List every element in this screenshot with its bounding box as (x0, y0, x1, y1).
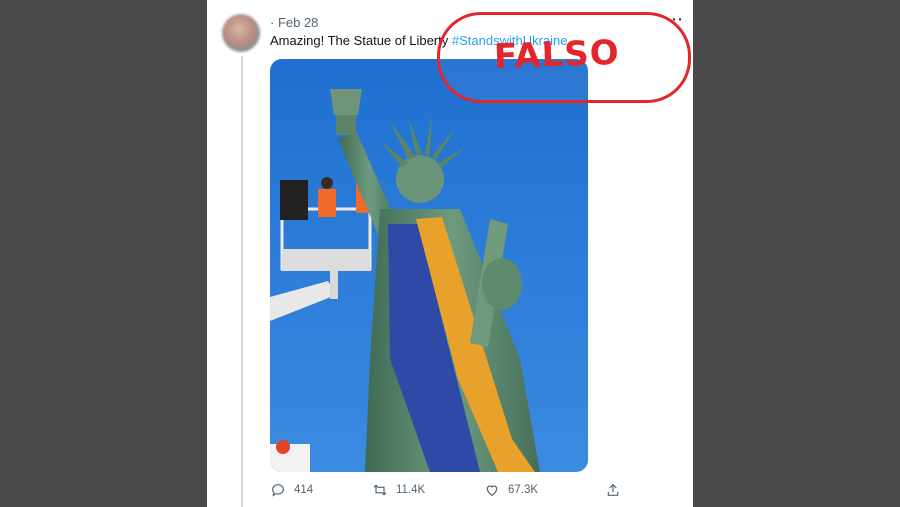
like-count: 67.3K (508, 484, 539, 496)
like-icon (486, 485, 498, 497)
retweet-count: 11.4K (396, 484, 426, 496)
tweet-photo[interactable] (270, 59, 588, 472)
statue-of-liberty-photo (270, 59, 588, 472)
reply-button[interactable]: 414 (270, 482, 313, 498)
like-button[interactable]: 67.3K (484, 482, 538, 498)
retweet-icon (373, 484, 387, 496)
reply-count: 414 (294, 484, 314, 496)
action-bar: 414 11.4K 67.3K (270, 482, 630, 502)
share-button[interactable] (605, 482, 621, 498)
falso-stamp: FALSO (437, 12, 691, 103)
tweet-body: Amazing! The Statue of Liberty (270, 33, 452, 48)
retweet-button[interactable]: 11.4K (372, 482, 425, 498)
share-icon (607, 483, 619, 496)
avatar[interactable] (222, 14, 260, 52)
stamp-label: FALSO (493, 32, 621, 77)
tweet-timestamp[interactable]: · Feb 28 (270, 15, 318, 30)
reply-icon (272, 484, 284, 497)
thread-line (241, 56, 243, 507)
